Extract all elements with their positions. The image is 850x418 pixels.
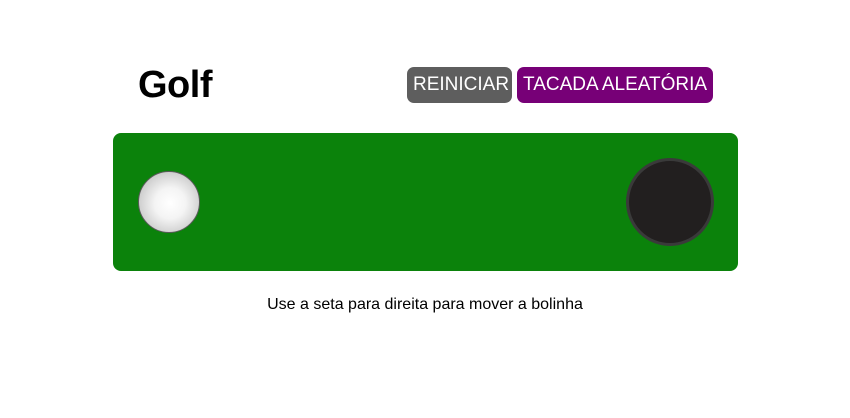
golf-game-page: Golf REINICIAR TACADA ALEATÓRIA Use a se… bbox=[0, 0, 850, 418]
page-title: Golf bbox=[138, 64, 212, 106]
game-controls: REINICIAR TACADA ALEATÓRIA bbox=[407, 67, 713, 103]
golf-ball bbox=[138, 171, 200, 233]
instruction-text: Use a seta para direita para mover a bol… bbox=[267, 296, 583, 313]
golf-hole bbox=[626, 158, 714, 246]
random-shot-button[interactable]: TACADA ALEATÓRIA bbox=[517, 67, 713, 103]
golf-course bbox=[113, 133, 738, 271]
reset-button[interactable]: REINICIAR bbox=[407, 67, 512, 103]
